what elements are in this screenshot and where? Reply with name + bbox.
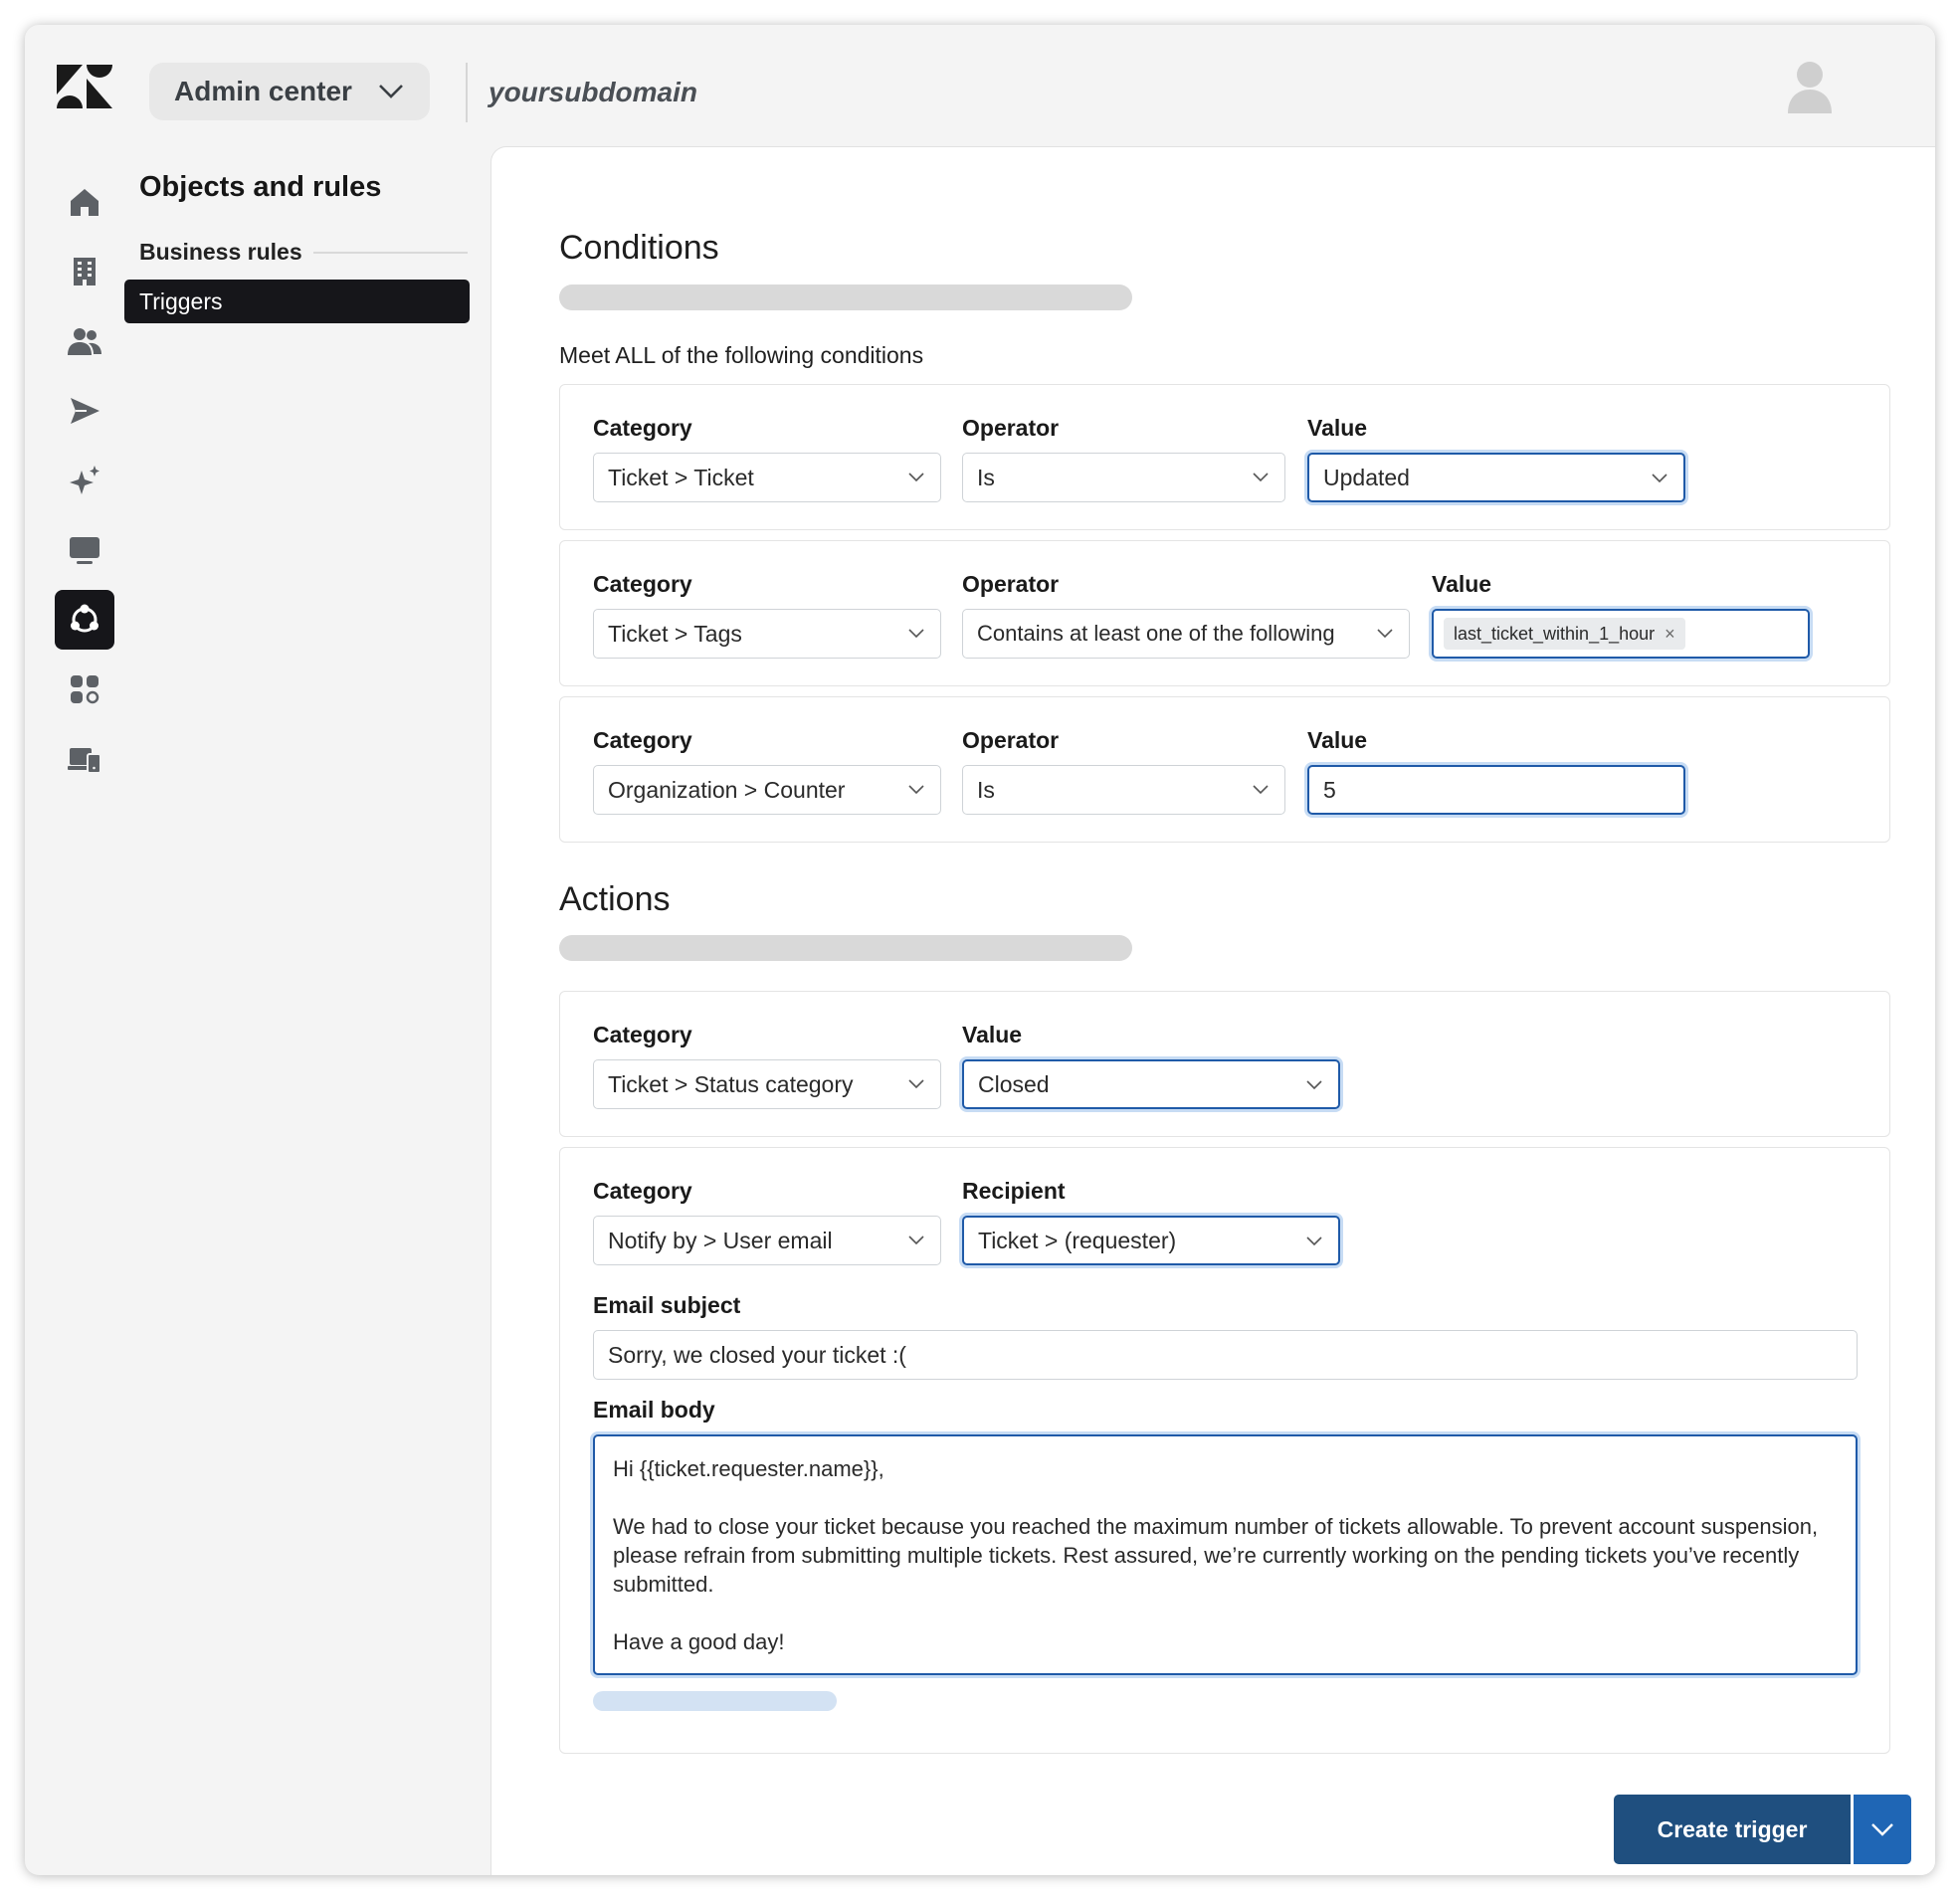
category-label: Category xyxy=(593,1178,692,1204)
value-select[interactable]: Updated xyxy=(1307,453,1685,502)
actions-title: Actions xyxy=(559,880,671,918)
category-label: Category xyxy=(593,1022,692,1047)
chevron-down-icon xyxy=(1253,785,1269,795)
value-value: Updated xyxy=(1323,464,1410,490)
category-select[interactable]: Organization > Counter xyxy=(593,765,941,815)
nav-group-divider xyxy=(313,252,468,254)
email-subject-input[interactable]: Sorry, we closed your ticket :( xyxy=(593,1330,1858,1380)
value-value: Closed xyxy=(978,1070,1050,1097)
product-switcher[interactable]: Admin center xyxy=(149,63,430,120)
operator-label: Operator xyxy=(962,415,1060,441)
building-icon[interactable] xyxy=(55,242,114,301)
chevron-down-icon xyxy=(908,1235,924,1245)
people-icon[interactable] xyxy=(55,311,114,371)
chevron-down-icon xyxy=(379,85,403,98)
actions-description-placeholder xyxy=(559,935,1132,961)
email-body-label: Email body xyxy=(593,1397,715,1423)
nav-group-business-rules: Business rules xyxy=(139,239,302,265)
chevron-down-icon xyxy=(1253,473,1269,482)
value-label: Value xyxy=(1307,727,1368,753)
email-body-paragraph: We had to close your ticket because you … xyxy=(613,1514,1819,1597)
zendesk-logo[interactable] xyxy=(57,65,112,108)
operator-value: Contains at least one of the following xyxy=(977,621,1335,646)
email-body-textarea[interactable]: Hi {{ticket.requester.name}}, We had to … xyxy=(593,1434,1858,1675)
operator-select[interactable]: Is xyxy=(962,453,1285,502)
send-icon[interactable] xyxy=(55,381,114,441)
category-select[interactable]: Notify by > User email xyxy=(593,1216,941,1265)
conditions-description-placeholder xyxy=(559,285,1132,310)
user-avatar-icon[interactable] xyxy=(1786,60,1834,113)
chevron-down-icon xyxy=(1871,1823,1893,1836)
value-input[interactable]: 5 xyxy=(1307,765,1685,815)
subdomain-label: yoursubdomain xyxy=(489,77,698,107)
header-divider xyxy=(466,63,468,122)
category-select[interactable]: Ticket > Status category xyxy=(593,1059,941,1109)
app-window: Admin center yoursubdomain Objects and r… xyxy=(25,25,1935,1875)
objects-rules-icon[interactable] xyxy=(55,590,114,650)
category-label: Category xyxy=(593,415,692,441)
recipient-label: Recipient xyxy=(962,1178,1066,1204)
operator-select[interactable]: Is xyxy=(962,765,1285,815)
recipient-select[interactable]: Ticket > (requester) xyxy=(962,1216,1340,1265)
conditions-title: Conditions xyxy=(559,229,719,267)
category-value: Ticket > Ticket xyxy=(608,464,754,490)
value-label: Value xyxy=(1307,415,1368,441)
category-value: Ticket > Status category xyxy=(608,1070,854,1097)
condition-row: Category Organization > Counter Operator… xyxy=(559,696,1890,843)
tags-input[interactable]: last_ticket_within_1_hour × xyxy=(1432,609,1810,659)
value-select[interactable]: Closed xyxy=(962,1059,1340,1109)
chevron-down-icon xyxy=(908,473,924,482)
tag-label: last_ticket_within_1_hour xyxy=(1454,623,1656,644)
chevron-down-icon xyxy=(1377,629,1393,639)
value-label: Value xyxy=(1432,571,1492,597)
create-options-button[interactable] xyxy=(1854,1795,1911,1864)
operator-select[interactable]: Contains at least one of the following xyxy=(962,609,1410,659)
category-select[interactable]: Ticket > Tags xyxy=(593,609,941,659)
top-bar: Admin center yoursubdomain xyxy=(25,25,1935,144)
chevron-down-icon xyxy=(908,1079,924,1089)
category-value: Ticket > Tags xyxy=(608,620,742,647)
product-switcher-label: Admin center xyxy=(174,76,352,106)
operator-value: Is xyxy=(977,776,995,803)
category-value: Notify by > User email xyxy=(608,1227,833,1253)
operator-label: Operator xyxy=(962,571,1060,597)
sparkle-icon[interactable] xyxy=(55,451,114,510)
category-label: Category xyxy=(593,571,692,597)
nav-item-triggers[interactable]: Triggers xyxy=(124,280,470,323)
home-icon[interactable] xyxy=(55,172,114,232)
value-value: 5 xyxy=(1323,776,1336,803)
email-subject-value: Sorry, we closed your ticket :( xyxy=(608,1341,906,1368)
recipient-value: Ticket > (requester) xyxy=(978,1227,1177,1253)
email-body-hint-placeholder xyxy=(593,1691,837,1711)
chevron-down-icon xyxy=(1306,1080,1322,1090)
category-select[interactable]: Ticket > Ticket xyxy=(593,453,941,502)
chevron-down-icon xyxy=(908,785,924,795)
conditions-match-label: Meet ALL of the following conditions xyxy=(559,342,924,368)
action-row: Category Notify by > User email Recipien… xyxy=(559,1147,1890,1754)
devices-icon[interactable] xyxy=(55,729,114,789)
category-value: Organization > Counter xyxy=(608,776,846,803)
chevron-down-icon xyxy=(1306,1236,1322,1246)
operator-value: Is xyxy=(977,464,995,490)
apps-icon[interactable] xyxy=(55,660,114,719)
action-row: Category Ticket > Status category Value … xyxy=(559,991,1890,1137)
email-body-greeting: Hi {{ticket.requester.name}}, xyxy=(613,1456,884,1481)
value-label: Value xyxy=(962,1022,1023,1047)
monitor-icon[interactable] xyxy=(55,520,114,580)
condition-row: Category Ticket > Ticket Operator Is Val… xyxy=(559,384,1890,530)
tag-remove-icon[interactable]: × xyxy=(1665,624,1675,645)
nav-title: Objects and rules xyxy=(139,171,382,203)
chevron-down-icon xyxy=(1652,474,1667,483)
chevron-down-icon xyxy=(908,629,924,639)
main-panel: Conditions Meet ALL of the following con… xyxy=(490,146,1935,1875)
operator-label: Operator xyxy=(962,727,1060,753)
condition-row: Category Ticket > Tags Operator Contains… xyxy=(559,540,1890,686)
email-body-closing: Have a good day! xyxy=(613,1629,785,1654)
email-subject-label: Email subject xyxy=(593,1292,741,1318)
create-trigger-button[interactable]: Create trigger xyxy=(1614,1795,1851,1864)
category-label: Category xyxy=(593,727,692,753)
tag-chip: last_ticket_within_1_hour × xyxy=(1444,618,1685,650)
